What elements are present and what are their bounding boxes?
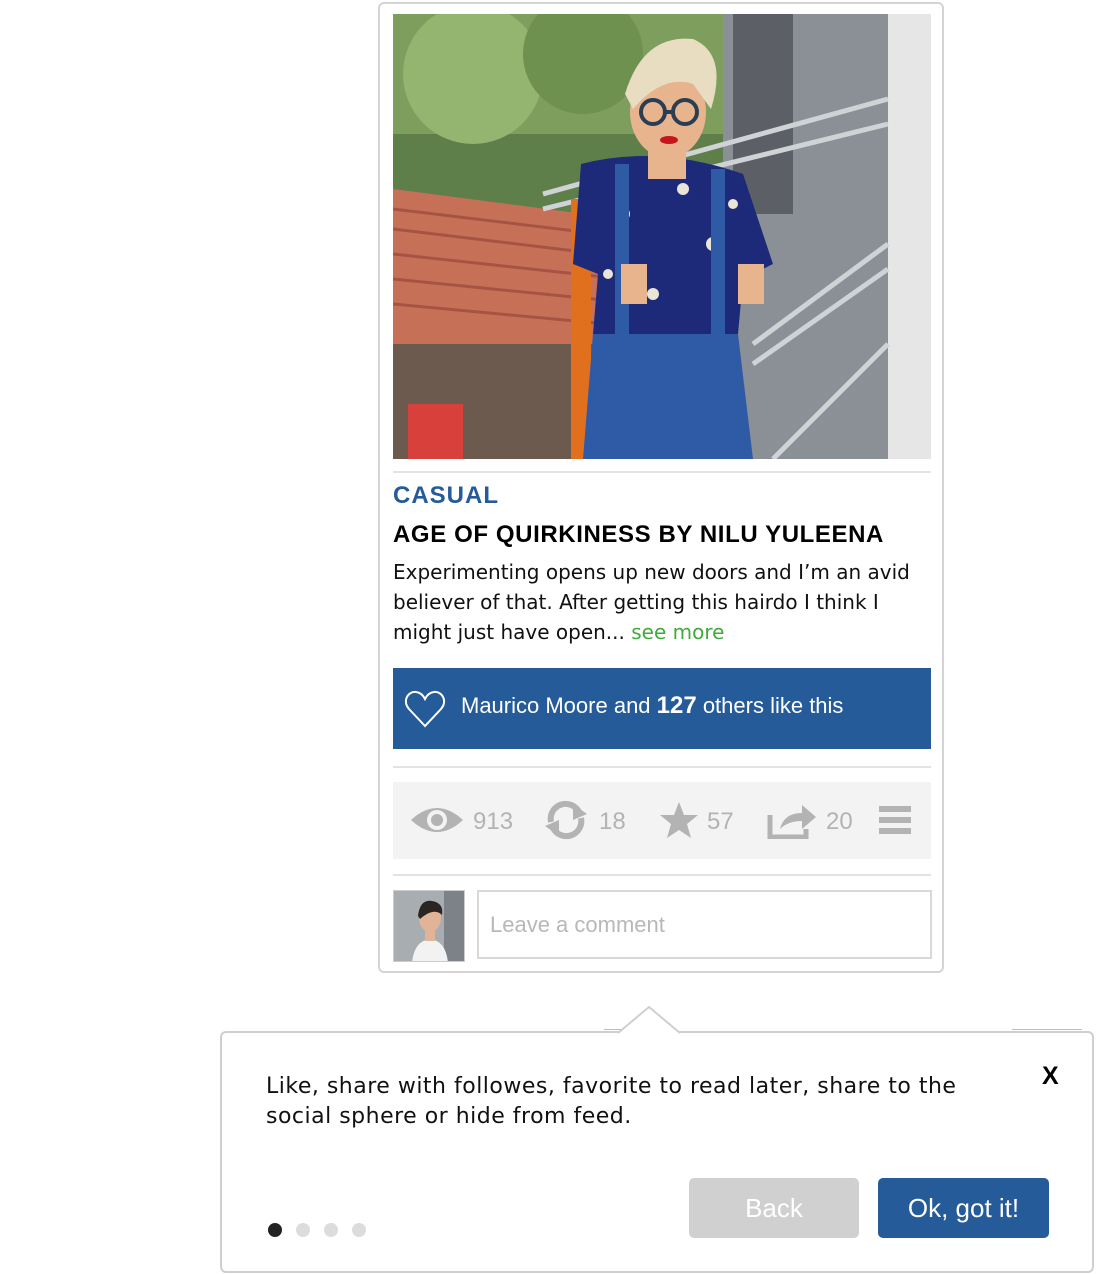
divider <box>1012 1029 1082 1030</box>
step-dot-1[interactable] <box>268 1223 282 1237</box>
likes-bar[interactable]: Maurico Moore and 127 others like this <box>393 668 931 749</box>
back-button[interactable]: Back <box>689 1178 859 1238</box>
share-icon <box>766 801 818 843</box>
eye-icon <box>409 804 465 840</box>
share-count: 20 <box>826 808 853 835</box>
close-button[interactable]: X <box>1042 1062 1059 1091</box>
post-title[interactable]: AGE OF QUIRKINESS BY NILU YULEENA <box>393 521 884 549</box>
tooltip-message: Like, share with followes, favorite to r… <box>266 1074 957 1129</box>
repost-count: 18 <box>599 808 626 835</box>
step-dot-4[interactable] <box>352 1223 366 1237</box>
divider <box>393 766 931 768</box>
divider <box>393 471 931 473</box>
likes-summary: Maurico Moore and 127 others like this <box>461 692 843 720</box>
post-category[interactable]: CASUAL <box>393 482 499 510</box>
action-bar: 913 18 57 20 <box>393 782 931 859</box>
step-dot-3[interactable] <box>324 1223 338 1237</box>
likes-suffix: others like this <box>696 693 844 718</box>
heart-icon[interactable] <box>404 689 446 733</box>
repost-button[interactable]: 18 <box>541 800 626 844</box>
comment-input[interactable] <box>477 890 932 959</box>
step-indicator <box>268 1223 366 1237</box>
divider <box>393 874 931 876</box>
post-excerpt: Experimenting opens up new doors and I’m… <box>393 557 933 647</box>
ok-got-it-button[interactable]: Ok, got it! <box>878 1178 1049 1238</box>
likes-count: 127 <box>656 692 697 719</box>
likes-names: Maurico Moore and <box>461 693 657 718</box>
star-icon <box>659 801 699 843</box>
hide-menu-button[interactable] <box>879 802 911 842</box>
see-more-link[interactable]: see more <box>631 620 724 644</box>
avatar[interactable] <box>393 890 465 962</box>
step-dot-2[interactable] <box>296 1223 310 1237</box>
view-count-button[interactable]: 913 <box>409 802 513 842</box>
repost-icon <box>541 800 591 844</box>
share-button[interactable]: 20 <box>766 802 853 842</box>
view-count: 913 <box>473 808 514 835</box>
favorite-button[interactable]: 57 <box>659 802 734 842</box>
menu-icon <box>879 804 911 840</box>
favorite-count: 57 <box>707 808 734 835</box>
tooltip-arrow <box>617 1005 681 1039</box>
post-photo[interactable] <box>393 14 931 459</box>
